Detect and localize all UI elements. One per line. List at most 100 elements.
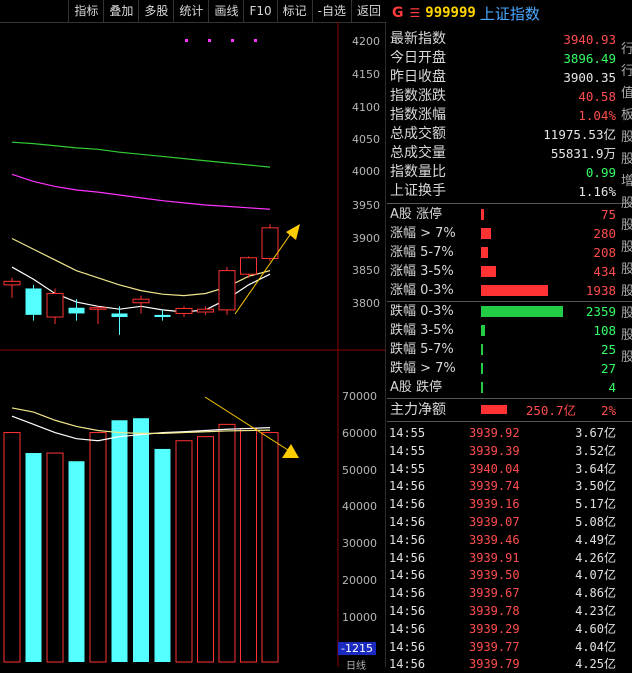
price-tick-label: 3800	[352, 297, 380, 310]
quote-row-value: 55831.9万	[550, 146, 616, 161]
tick-row: 14:56 3939.07 5.08亿	[387, 513, 620, 531]
price-tick-label: 4150	[352, 68, 380, 81]
marker-dot	[185, 39, 188, 42]
quote-row: 昨日收盘 3900.35	[387, 68, 620, 87]
quote-row-value: 3896.49	[563, 51, 616, 66]
edge-glyph: 股	[621, 306, 632, 321]
breadth-value: 25	[600, 342, 616, 357]
volume-readout: -1215	[338, 642, 376, 655]
breadth-row: 涨幅 5-7% 208	[387, 243, 620, 262]
volume-bar	[3, 432, 21, 663]
tick-time: 14:55	[389, 461, 426, 476]
breadth-row: A股 跌停 4	[387, 378, 620, 397]
breadth-value: 434	[593, 264, 616, 279]
breadth-value: 1938	[585, 283, 616, 298]
volume-tick-label: 10000	[342, 611, 377, 624]
ma20-line	[11, 173, 271, 210]
tick-row: 14:56 3939.77 4.04亿	[387, 638, 620, 656]
breadth-row: 跌幅 > 7% 27	[387, 359, 620, 378]
volume-bar	[154, 448, 171, 662]
volume-tick-label: 30000	[342, 537, 377, 550]
tick-price: 3939.92	[469, 426, 520, 440]
edge-glyph: 股	[621, 262, 632, 277]
tick-row: 14:56 3939.46 4.49亿	[387, 531, 620, 549]
period-label[interactable]: 日线	[346, 657, 366, 672]
quote-row-value: 1.04%	[578, 108, 616, 123]
tick-amount: 4.25亿	[575, 657, 616, 672]
tick-price: 3940.04	[469, 461, 520, 476]
edge-glyph: 股	[621, 328, 632, 343]
toolbar-button[interactable]: 画线	[208, 0, 243, 22]
candle-body	[175, 307, 193, 314]
net-flow-value: 250.7亿	[525, 403, 576, 418]
tick-time: 14:56	[389, 639, 426, 654]
breadth-label: A股 涨停	[390, 207, 443, 222]
volume-tick-label: 40000	[342, 500, 377, 513]
breadth-bar	[481, 306, 563, 317]
marker-dot	[254, 39, 257, 42]
toolbar-button[interactable]: 叠加	[103, 0, 138, 22]
toolbar-button[interactable]: 多股	[138, 0, 173, 22]
breadth-bar	[481, 325, 485, 336]
candle-body	[25, 288, 42, 315]
index-name: 上证指数	[479, 4, 540, 23]
tick-time: 14:56	[389, 550, 426, 565]
toolbar-button[interactable]: -自选	[311, 0, 351, 22]
breadth-value: 208	[593, 245, 616, 260]
tick-price: 3939.46	[469, 532, 520, 547]
breadth-bar	[481, 285, 549, 296]
toolbar-button[interactable]: 标记	[276, 0, 312, 22]
tick-price: 3939.78	[469, 604, 520, 618]
price-tick-label: 4050	[352, 133, 380, 146]
tick-row: 14:56 3939.79 4.25亿	[387, 655, 620, 673]
tick-amount: 4.60亿	[575, 621, 616, 636]
down-arrow-head	[282, 444, 299, 458]
breadth-value: 280	[593, 226, 616, 241]
price-tick-label: 3900	[352, 232, 380, 245]
volume-bar	[218, 423, 236, 663]
quote-row-label: 指数量比	[390, 164, 446, 180]
marker-dot	[208, 39, 211, 42]
volume-bar	[175, 440, 193, 663]
edge-glyph: 股	[621, 152, 632, 167]
volume-bar	[133, 418, 149, 662]
toolbar-button[interactable]: 返回	[350, 0, 386, 22]
breadth-bar	[481, 344, 483, 355]
separator	[387, 421, 632, 422]
tick-time: 14:55	[389, 443, 426, 458]
tick-amount: 4.26亿	[575, 550, 616, 565]
toolbar-button[interactable]: 指标	[68, 0, 103, 22]
candle-body	[132, 298, 150, 304]
breadth-label: 涨幅 0-3%	[390, 283, 454, 298]
candle-body	[218, 270, 236, 311]
edge-glyph: 股	[621, 284, 632, 299]
candle-body	[89, 307, 107, 310]
volume-tick-label: 50000	[342, 464, 377, 477]
tick-row: 14:55 3939.39 3.52亿	[387, 442, 620, 460]
volume-tick-label: 60000	[342, 427, 377, 440]
tick-row: 14:55 3939.92 3.67亿	[387, 424, 620, 442]
volume-bar	[68, 461, 85, 662]
quote-row-label: 总成交量	[390, 145, 446, 161]
quote-header: G ☰ 999999 上证指数	[387, 0, 632, 26]
tick-row: 14:56 3939.16 5.17亿	[387, 495, 620, 513]
tick-amount: 3.67亿	[575, 426, 616, 440]
breadth-value: 2359	[585, 304, 616, 319]
tick-time: 14:56	[389, 497, 426, 512]
toolbar-button[interactable]: F10	[243, 0, 276, 22]
toolbar: 指标 叠加 多股 统计 画线 F10 标记 -自选 返回	[0, 0, 386, 23]
breadth-label: 跌幅 > 7%	[390, 361, 456, 376]
tick-amount: 3.52亿	[575, 443, 616, 458]
tick-amount: 5.17亿	[575, 497, 616, 512]
tick-row: 14:56 3939.74 3.50亿	[387, 477, 620, 495]
quote-row-value: 3940.93	[563, 32, 616, 47]
volume-bar	[89, 432, 107, 663]
quote-row-label: 今日开盘	[390, 50, 446, 66]
breadth-row: 涨幅 > 7% 280	[387, 224, 620, 243]
tick-time: 14:56	[389, 621, 426, 636]
menu-icon[interactable]: ☰	[410, 6, 421, 20]
breadth-row: 跌幅 5-7% 25	[387, 340, 620, 359]
tick-row: 14:56 3939.78 4.23亿	[387, 602, 620, 620]
tick-time: 14:56	[389, 532, 426, 547]
toolbar-button[interactable]: 统计	[173, 0, 208, 22]
